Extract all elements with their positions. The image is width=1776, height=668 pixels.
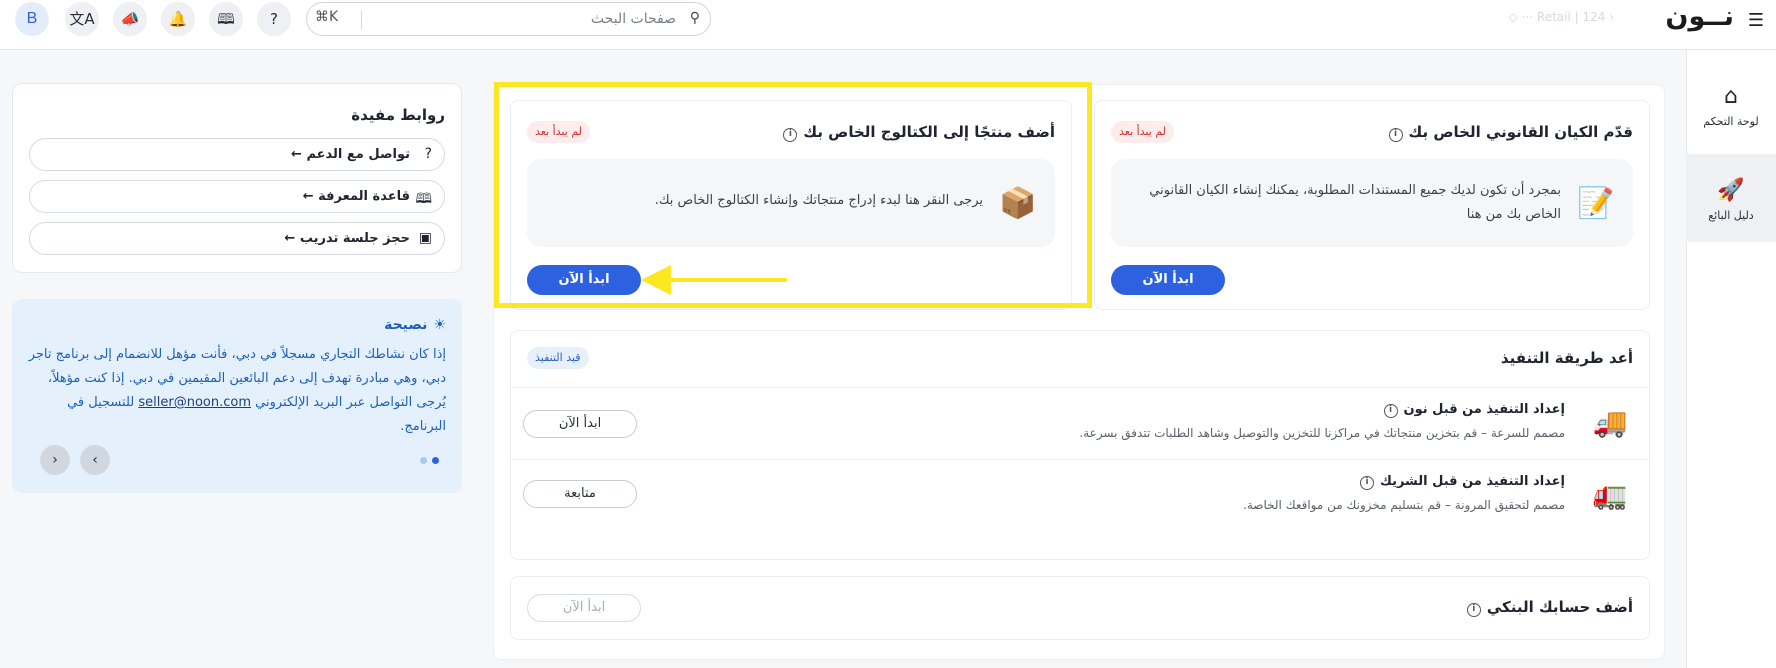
info-icon[interactable]: i (1383, 404, 1398, 418)
shortcut-hint: ⌘K (315, 9, 339, 25)
side-nav: ⌂ لوحة التحكم 🚀 دليل البائع (1686, 50, 1776, 668)
highlight-box (494, 82, 1092, 308)
top-bar: ☰ نــون ◇ ··· Retail | 124 › ⚲ صفحات الب… (0, 0, 1776, 50)
arrow-head-icon (641, 265, 671, 295)
hamburger-icon[interactable]: ☰ (1748, 10, 1764, 31)
truck-icon: 🚛 (1592, 478, 1628, 511)
fulfillment-option-partner: 🚛 إعداد التنفيذ من قبل الشريك i مصمم لتحق… (511, 459, 1649, 531)
status-badge: لم يبدأ بعد (1111, 121, 1175, 143)
rocket-icon: 🚀 (1717, 178, 1745, 203)
tip-text: إذا كان نشاطك التجاري مسجلاً في دبي، فأن… (28, 343, 446, 439)
fulfillment-option-noon: 🚚 إعداد التنفيذ من قبل نون i مصمم للسرعة … (511, 387, 1649, 459)
store-selector[interactable]: ◇ ··· Retail | 124 › (1509, 10, 1614, 24)
card-title: أعد طريقة التنفيذ (1500, 349, 1633, 367)
link-label: تواصل مع الدعم ← (291, 147, 410, 162)
search-divider (361, 10, 362, 30)
nav-item-label: دليل البائع (1708, 209, 1754, 222)
link-book-training[interactable]: ▣ حجز جلسة تدريب ← (29, 222, 445, 255)
option-description: مصمم للسرعة – قم بتخزين منتجاتك في مراكز… (1079, 426, 1565, 440)
info-icon[interactable]: i (1359, 476, 1374, 490)
option-description: مصمم لتحقيق المرونة – قم بتسليم مخزونك م… (1243, 498, 1565, 512)
search-box[interactable]: ⚲ صفحات البحث ⌘K (306, 2, 711, 36)
nav-item-dashboard[interactable]: ⌂ لوحة التحكم (1686, 60, 1776, 148)
link-contact-support[interactable]: ? تواصل مع الدعم ← (29, 138, 445, 171)
carousel-dot[interactable] (420, 457, 427, 464)
link-knowledge-base[interactable]: 🕮 قاعدة المعرفة ← (29, 180, 445, 213)
email-link[interactable]: seller@noon.com (138, 395, 251, 410)
bank-account-card: أضف حسابك البنكي i ابدأ الآن (510, 576, 1650, 640)
links-title: روابط مفيدة (351, 106, 445, 124)
tip-title: ☀ نصيحة (384, 317, 446, 333)
option-title-text: إعداد التنفيذ من قبل نون (1403, 402, 1566, 417)
noon-logo[interactable]: نــون (1665, 1, 1734, 32)
tip-title-text: نصيحة (384, 317, 428, 333)
avatar[interactable]: B (15, 2, 49, 36)
presentation-icon: ▣ (418, 230, 432, 246)
search-icon: ⚲ (689, 10, 700, 26)
card-description: بمجرد أن تكون لديك جميع المستندات المطلو… (1149, 183, 1561, 222)
megaphone-icon[interactable]: 📣 (113, 2, 147, 36)
chevron-right-icon[interactable]: › (80, 445, 110, 475)
arrow-annotation (655, 278, 787, 282)
truck-icon: 🚚 (1592, 406, 1628, 439)
link-label: قاعدة المعرفة ← (302, 189, 410, 204)
translate-icon[interactable]: 文A (65, 2, 99, 36)
link-label: حجز جلسة تدريب ← (284, 231, 410, 246)
carousel-dot-active[interactable] (432, 457, 439, 464)
lightbulb-icon: ☀ (433, 317, 446, 333)
chevron-left-icon[interactable]: ‹ (40, 445, 70, 475)
link-label-text: قاعدة المعرفة (318, 189, 410, 204)
book-icon[interactable]: 🕮 (209, 2, 243, 36)
card-title-text: قدّم الكيان القانوني الخاص بك (1408, 123, 1633, 141)
help-icon[interactable]: ? (257, 2, 291, 36)
search-input[interactable]: صفحات البحث (591, 11, 676, 27)
nav-item-seller-guide[interactable]: 🚀 دليل البائع (1686, 154, 1776, 242)
bell-icon[interactable]: 🔔 (161, 2, 195, 36)
home-icon: ⌂ (1724, 84, 1738, 109)
book-icon: 🕮 (415, 191, 432, 207)
card-title: قدّم الكيان القانوني الخاص بك i (1388, 123, 1633, 142)
option-title-text: إعداد التنفيذ من قبل الشريك (1379, 474, 1565, 489)
document-icon: 📝 (1577, 186, 1615, 221)
card-title-text: أضف حسابك البنكي (1486, 598, 1633, 616)
info-icon[interactable]: i (1466, 603, 1481, 617)
link-label-text: تواصل مع الدعم (306, 147, 410, 162)
useful-links-card: روابط مفيدة ? تواصل مع الدعم ← 🕮 قاعدة ا… (12, 83, 462, 273)
option-title: إعداد التنفيذ من قبل الشريك i (1359, 474, 1565, 490)
nav-item-label: لوحة التحكم (1703, 115, 1759, 128)
status-badge: قيد التنفيذ (527, 347, 589, 369)
start-now-button[interactable]: ابدأ الآن (527, 594, 641, 622)
start-now-button[interactable]: ابدأ الآن (1111, 265, 1225, 295)
continue-button[interactable]: متابعة (523, 480, 637, 508)
option-title: إعداد التنفيذ من قبل نون i (1383, 402, 1566, 418)
fulfillment-card: أعد طريقة التنفيذ قيد التنفيذ 🚚 إعداد ال… (510, 330, 1650, 560)
link-label-text: حجز جلسة تدريب (299, 231, 410, 246)
help-circle-icon: ? (424, 146, 432, 162)
card-title: أضف حسابك البنكي i (1466, 598, 1633, 617)
store-selector-label: Retail | 124 (1536, 10, 1606, 24)
start-now-button[interactable]: ابدأ الآن (523, 410, 637, 438)
info-icon[interactable]: i (1388, 128, 1403, 142)
info-box: 📝 بمجرد أن تكون لديك جميع المستندات المط… (1111, 159, 1633, 247)
tip-card: ☀ نصيحة إذا كان نشاطك التجاري مسجلاً في د… (12, 299, 462, 493)
legal-entity-card: قدّم الكيان القانوني الخاص بك i لم يبدأ ب… (1094, 100, 1650, 310)
